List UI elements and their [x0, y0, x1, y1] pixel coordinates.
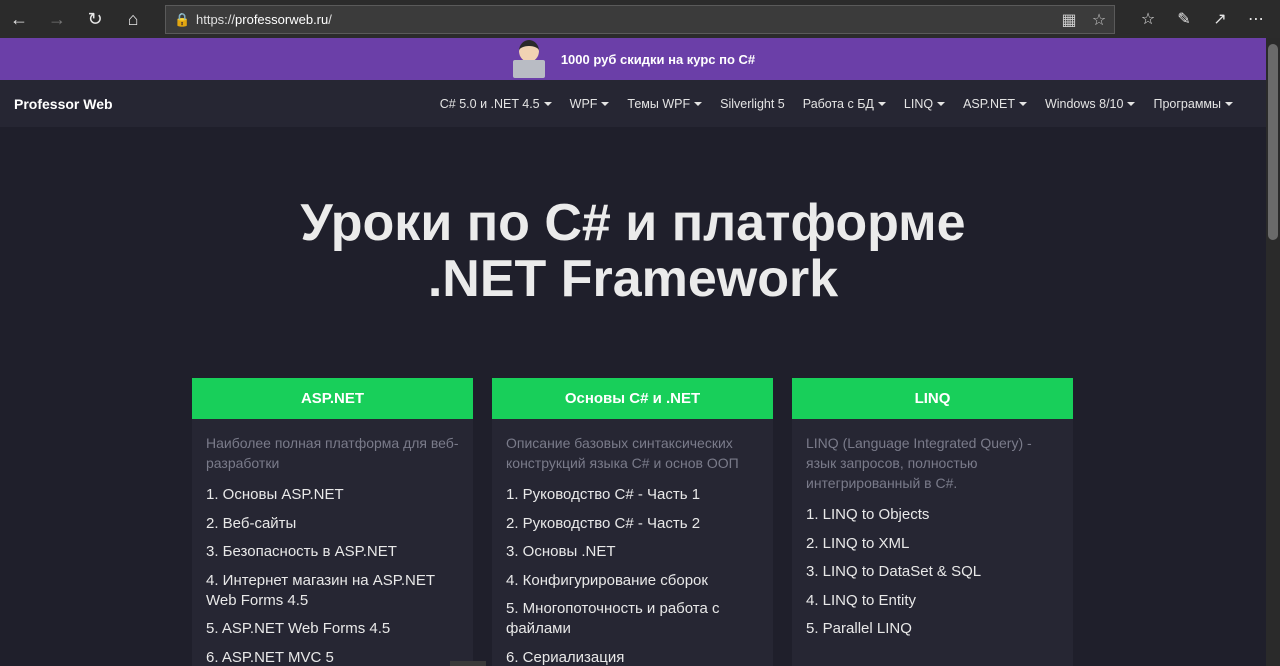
- nav-menu-label: WPF: [569, 96, 598, 111]
- card-topic-link[interactable]: 3. Основы .NET: [506, 542, 759, 562]
- nav-menu-label: Windows 8/10: [1044, 96, 1124, 111]
- card-header[interactable]: LINQ: [792, 378, 1073, 419]
- card-topic-link[interactable]: 3. Безопасность в ASP.NET: [206, 542, 459, 562]
- card-topic-link[interactable]: 6. Сериализация: [506, 648, 759, 666]
- nav-menu-item[interactable]: Темы WPF: [618, 97, 711, 111]
- nav-menu-item[interactable]: LINQ: [895, 97, 954, 111]
- url-suffix: /: [328, 12, 332, 27]
- card-topic-link[interactable]: 1. LINQ to Objects: [806, 505, 1059, 525]
- lock-icon: 🔒: [174, 11, 191, 27]
- card-topic-link[interactable]: 4. LINQ to Entity: [806, 591, 1059, 611]
- card-topic-link[interactable]: 3. LINQ to DataSet & SQL: [806, 562, 1059, 582]
- scrollbar-thumb[interactable]: [1268, 44, 1278, 240]
- page-title-line-1: Уроки по C# и платформе: [300, 194, 966, 252]
- nav-menu-label: Темы WPF: [627, 96, 691, 111]
- card-topic-link[interactable]: 5. ASP.NET Web Forms 4.5: [206, 619, 459, 639]
- card-topic-link[interactable]: 2. LINQ to XML: [806, 534, 1059, 554]
- back-icon[interactable]: ←: [0, 0, 38, 38]
- nav-menu-item[interactable]: WPF: [561, 97, 619, 111]
- address-bar[interactable]: 🔒 https://professorweb.ru/ ▦ ☆: [165, 5, 1115, 34]
- card-description: LINQ (Language Integrated Query) - язык …: [806, 435, 1032, 491]
- nav-menu-label: Работа с БД: [802, 96, 874, 111]
- card-topic-link[interactable]: 4. Интернет магазин на ASP.NET Web Forms…: [206, 571, 459, 611]
- nav-menu-item[interactable]: Работа с БД: [794, 97, 895, 111]
- promo-banner[interactable]: 1000 руб скидки на курс по C#: [0, 38, 1266, 80]
- nav-menu-label: Программы: [1153, 96, 1221, 111]
- pen-icon[interactable]: ✎: [1166, 9, 1202, 29]
- main-menu: C# 5.0 и .NET 4.5 WPF Темы WPF Silverlight …: [431, 97, 1242, 111]
- horizontal-scrollbar-thumb[interactable]: [450, 661, 486, 666]
- reading-view-icon[interactable]: ▦: [1054, 10, 1084, 30]
- caret-down-icon: [543, 102, 552, 107]
- caret-down-icon: [1225, 102, 1233, 107]
- nav-menu-item[interactable]: ASP.NET: [954, 97, 1036, 111]
- site-brand[interactable]: Professor Web: [14, 96, 113, 112]
- nav-menu-item[interactable]: Программы: [1144, 97, 1242, 111]
- caret-down-icon: [694, 102, 703, 107]
- card-description: Описание базовых синтаксических конструк…: [506, 435, 739, 471]
- nav-menu-label: ASP.NET: [963, 96, 1015, 111]
- card-description: Наиболее полная платформа для веб-разраб…: [206, 435, 459, 471]
- nav-menu-label: LINQ: [903, 96, 934, 111]
- browser-toolbar: ← → ↻ ⌂ 🔒 https://professorweb.ru/ ▦ ☆ ☆…: [0, 0, 1280, 38]
- caret-down-icon: [1127, 102, 1136, 107]
- card-csharp-basics: Основы C# и .NET Описание базовых синтак…: [492, 378, 773, 666]
- url-host: professorweb.ru: [235, 12, 329, 27]
- refresh-icon[interactable]: ↻: [76, 0, 114, 38]
- card-topic-link[interactable]: 1. Руководство C# - Часть 1: [506, 485, 759, 505]
- favorites-hub-icon[interactable]: ☆: [1130, 9, 1166, 29]
- card-topic-link[interactable]: 4. Конфигурирование сборок: [506, 571, 759, 591]
- card-topic-link[interactable]: 2. Веб-сайты: [206, 514, 459, 534]
- caret-down-icon: [937, 102, 946, 107]
- more-icon[interactable]: ⋯: [1238, 9, 1274, 29]
- page-title-line-2: .NET Framework: [427, 250, 839, 308]
- card-topic-link[interactable]: 5. Многопоточность и работа с файлами: [506, 599, 759, 639]
- card-linq: LINQ LINQ (Language Integrated Query) - …: [792, 378, 1073, 666]
- forward-icon[interactable]: →: [38, 0, 76, 38]
- caret-down-icon: [1018, 102, 1027, 107]
- caret-down-icon: [601, 102, 610, 107]
- share-icon[interactable]: ↗: [1202, 9, 1238, 29]
- url-prefix: https://: [196, 12, 236, 27]
- vertical-scrollbar[interactable]: [1266, 38, 1280, 666]
- card-aspnet: ASP.NET Наиболее полная платформа для ве…: [192, 378, 473, 666]
- nav-menu-label: Silverlight 5: [720, 96, 785, 111]
- card-topic-list: 1. Основы ASP.NET 2. Веб-сайты 3. Безопасн…: [192, 473, 473, 666]
- favorite-star-icon[interactable]: ☆: [1084, 10, 1114, 30]
- card-topic-list: 1. LINQ to Objects 2. LINQ to XML 3. LINQ …: [792, 493, 1073, 639]
- home-icon[interactable]: ⌂: [114, 0, 152, 38]
- promo-text[interactable]: 1000 руб скидки на курс по C#: [561, 52, 755, 67]
- caret-down-icon: [877, 102, 886, 107]
- nav-menu-item[interactable]: Windows 8/10: [1036, 97, 1145, 111]
- programmer-avatar-icon: [511, 38, 547, 80]
- page-title: Уроки по C# и платформе .NET Framework: [0, 195, 1266, 307]
- site-navbar: Professor Web C# 5.0 и .NET 4.5 WPF Темы W…: [0, 80, 1266, 127]
- card-topic-link[interactable]: 5. Parallel LINQ: [806, 619, 1059, 639]
- card-topic-link[interactable]: 6. ASP.NET MVC 5: [206, 648, 459, 666]
- card-topic-link[interactable]: 1. Основы ASP.NET: [206, 485, 459, 505]
- card-header[interactable]: ASP.NET: [192, 378, 473, 419]
- card-header[interactable]: Основы C# и .NET: [492, 378, 773, 419]
- nav-menu-item[interactable]: Silverlight 5: [711, 97, 794, 111]
- card-topic-list: 1. Руководство C# - Часть 1 2. Руководств…: [492, 473, 773, 666]
- nav-menu-label: C# 5.0 и .NET 4.5: [439, 96, 540, 111]
- card-topic-link[interactable]: 2. Руководство C# - Часть 2: [506, 514, 759, 534]
- url-text[interactable]: https://professorweb.ru/: [196, 12, 1054, 27]
- nav-menu-item[interactable]: C# 5.0 и .NET 4.5: [431, 97, 561, 111]
